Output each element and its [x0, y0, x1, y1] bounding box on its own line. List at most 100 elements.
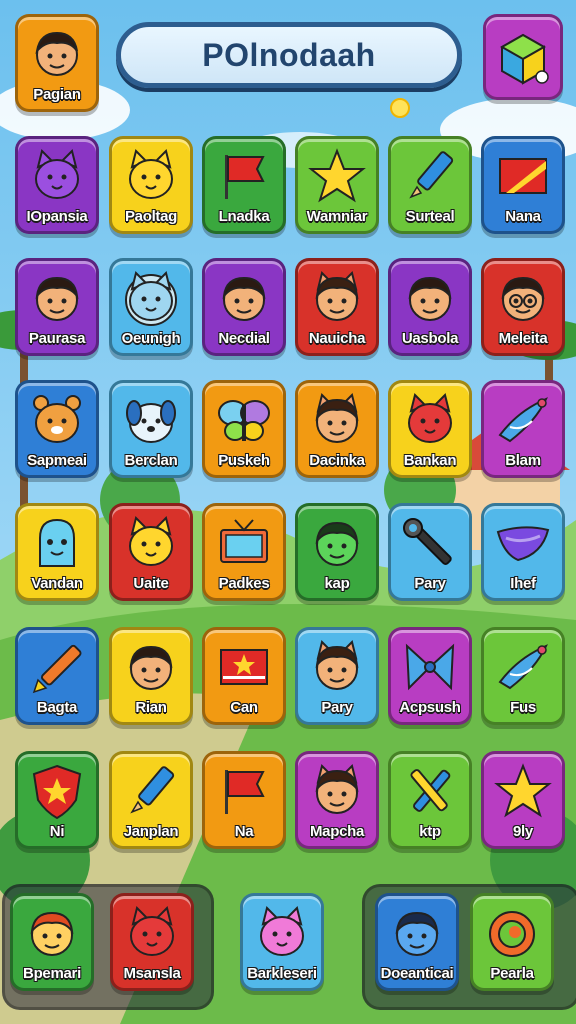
app-tile-janplan[interactable]: Janplan [109, 751, 193, 849]
tile-label: Padkes [218, 575, 270, 592]
purple-cat-icon [26, 147, 88, 205]
app-tile-berclan[interactable]: Berclan [109, 380, 193, 478]
crayon-icon [26, 638, 88, 696]
tile-label: Can [230, 699, 258, 716]
tile-label: IOpansia [26, 208, 88, 225]
app-tile-surteal[interactable]: Surteal [388, 136, 472, 234]
tile-label: kap [324, 575, 350, 592]
tile-label: Uaite [133, 575, 169, 592]
cat-girl-face-icon [306, 762, 368, 820]
tile-label: Acpsush [399, 699, 461, 716]
tile-label: Bagta [36, 699, 78, 716]
app-tile-na[interactable]: Na [202, 751, 286, 849]
boy-face-icon [399, 269, 461, 327]
swirl-icon [481, 904, 543, 962]
wing-icon [492, 514, 554, 572]
tv-icon [213, 514, 275, 572]
app-tile-meleita[interactable]: Meleita [481, 258, 565, 356]
app-tile-uasbola[interactable]: Uasbola [388, 258, 472, 356]
bear-face-icon [26, 391, 88, 449]
boy-face-icon [120, 638, 182, 696]
cube-logo-icon [492, 29, 554, 87]
app-tile-pary[interactable]: Pary [295, 627, 379, 725]
star-icon [492, 762, 554, 820]
tile-label: Janplan [123, 823, 179, 840]
tile-label: Berclan [124, 452, 178, 469]
app-tile-uaite[interactable]: Uaite [109, 503, 193, 601]
tile-label: Ihef [510, 575, 536, 592]
red-flag-icon [213, 147, 275, 205]
tile-label: ktp [419, 823, 441, 840]
dock-tile-bpemari[interactable]: Bpemari [10, 893, 94, 991]
red-cat-icon [121, 904, 183, 962]
app-tile-necdial[interactable]: Necdial [202, 258, 286, 356]
app-tile-bankan[interactable]: Bankan [388, 380, 472, 478]
app-tile-ktp[interactable]: ktp [388, 751, 472, 849]
tile-label: Pary [414, 575, 446, 592]
green-face-icon [306, 514, 368, 572]
app-tile-puskeh[interactable]: Puskeh [202, 380, 286, 478]
app-tile-nana[interactable]: Nana [481, 136, 565, 234]
app-tile-sapmeai[interactable]: Sapmeai [15, 380, 99, 478]
app-tile-paoltag[interactable]: Paoltag [109, 136, 193, 234]
app-tile-fus[interactable]: Fus [481, 627, 565, 725]
bow-icon [399, 638, 461, 696]
app-tile-oeunigh[interactable]: Oeunigh [109, 258, 193, 356]
pen-icon [120, 762, 182, 820]
tile-label: Uasbola [401, 330, 459, 347]
bird-icon [492, 391, 554, 449]
sun-icon [390, 98, 410, 118]
tile-label: Nana [505, 208, 541, 225]
app-tile-lnadka[interactable]: Lnadka [202, 136, 286, 234]
glasses-face-icon [492, 269, 554, 327]
app-tile-can[interactable]: Can [202, 627, 286, 725]
tile-label: Blam [505, 452, 541, 469]
tile-label: Paurasa [28, 330, 86, 347]
app-tile-paurasa[interactable]: Paurasa [15, 258, 99, 356]
app-tile-pary[interactable]: Pary [388, 503, 472, 601]
tile-label: Oeunigh [121, 330, 181, 347]
app-tile-padkes[interactable]: Padkes [202, 503, 286, 601]
tile-label: Lnadka [218, 208, 270, 225]
app-tile-bagta[interactable]: Bagta [15, 627, 99, 725]
tile-label: Meleita [498, 330, 548, 347]
tile-label: Bpemari [23, 965, 81, 982]
app-tile-wamniar[interactable]: Wamniar [295, 136, 379, 234]
app-tile-rian[interactable]: Rian [109, 627, 193, 725]
dock-tile-pearla[interactable]: Pearla [470, 893, 554, 991]
crossed-pens-icon [399, 762, 461, 820]
dock-tile-msansla[interactable]: Msansla [110, 893, 194, 991]
tile-label: 9ly [513, 823, 533, 840]
tile-label: Vandan [31, 575, 83, 592]
red-flag-icon [213, 762, 275, 820]
app-tile-nauicha[interactable]: Nauicha [295, 258, 379, 356]
tile-label: Necdial [218, 330, 270, 347]
app-tile-acpsush[interactable]: Acpsush [388, 627, 472, 725]
tile-label: Bankan [403, 452, 457, 469]
cat-girl-face-icon [306, 269, 368, 327]
app-tile-iopansia[interactable]: IOpansia [15, 136, 99, 234]
app-tile-dacinka[interactable]: Dacinka [295, 380, 379, 478]
app-tile-ihef[interactable]: Ihef [481, 503, 565, 601]
tile-label: Surteal [405, 208, 455, 225]
dock-tile-barkleseri[interactable]: Barkleseri [240, 893, 324, 991]
game-title-banner: POlnodaah [116, 22, 462, 88]
app-tile-ni[interactable]: Ni [15, 751, 99, 849]
bird-icon [492, 638, 554, 696]
tile-label: Fus [510, 699, 536, 716]
profile-button[interactable]: Pagian [15, 14, 99, 112]
butterfly-icon [213, 391, 275, 449]
app-tile-9ly[interactable]: 9ly [481, 751, 565, 849]
yellow-cat-icon [120, 514, 182, 572]
boy-face-icon [213, 269, 275, 327]
app-tile-kap[interactable]: kap [295, 503, 379, 601]
china-flag-icon [213, 638, 275, 696]
app-tile-vandan[interactable]: Vandan [15, 503, 99, 601]
app-tile-mapcha[interactable]: Mapcha [295, 751, 379, 849]
dog-face-icon [120, 391, 182, 449]
app-tile-blam[interactable]: Blam [481, 380, 565, 478]
dock-tile-doeanticai[interactable]: Doeanticai [375, 893, 459, 991]
yellow-cat-icon [120, 147, 182, 205]
menu-button[interactable] [483, 14, 563, 100]
tile-label: Sapmeai [27, 452, 87, 469]
